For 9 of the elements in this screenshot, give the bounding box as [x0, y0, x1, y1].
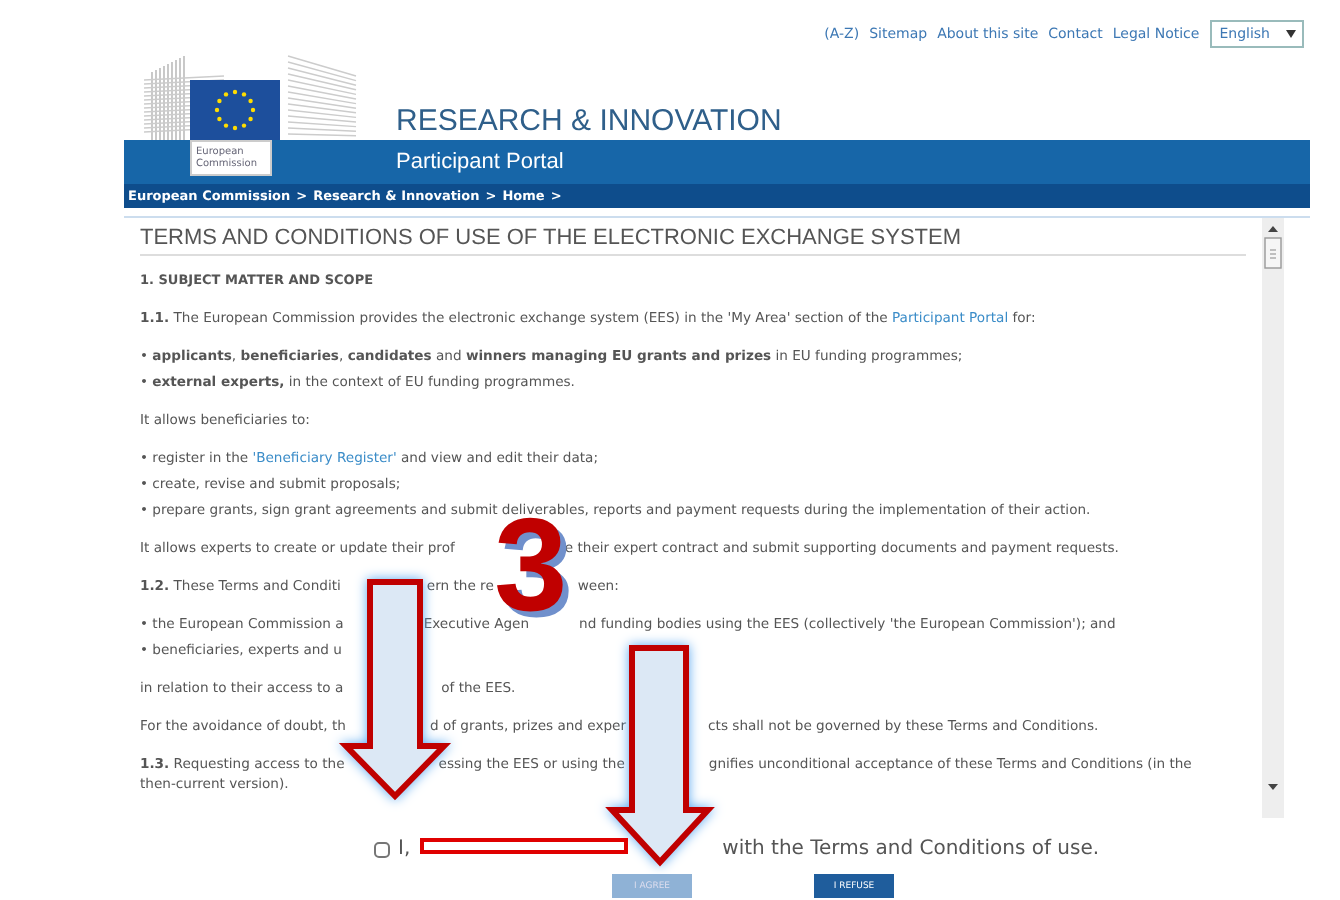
agree-checkbox[interactable]	[374, 841, 390, 857]
agree-label-start: I,	[398, 838, 411, 860]
site-title: RESEARCH & INNOVATION	[396, 104, 782, 140]
flag-logo	[190, 80, 280, 140]
agree-label-end: with the Terms and Conditions of use.	[722, 838, 1100, 860]
terms-title: TERMS AND CONDITIONS OF USE OF THE ELECTRONIC EXCHANGE SYSTEM	[140, 230, 1246, 256]
dropdown-icon	[1286, 30, 1296, 38]
step-number: 3	[494, 516, 568, 612]
portal-name: Participant Portal	[396, 150, 564, 174]
